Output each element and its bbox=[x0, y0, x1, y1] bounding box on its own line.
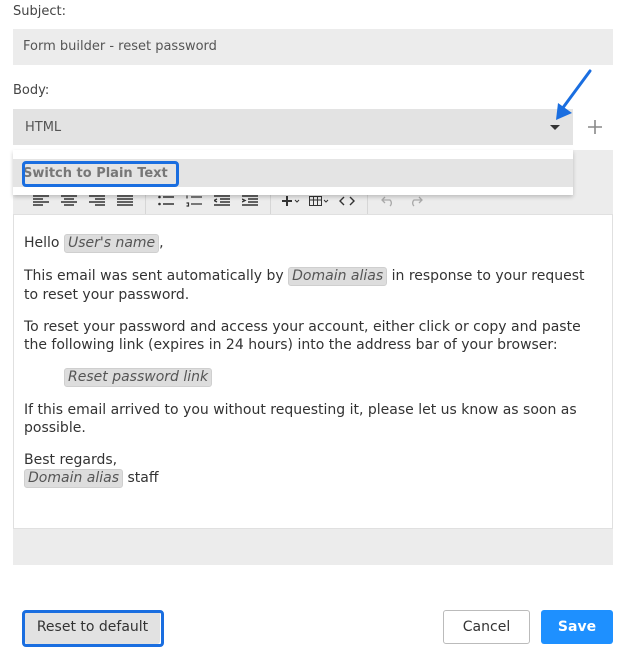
switch-to-plain-text-option[interactable]: Switch to Plain Text bbox=[13, 159, 573, 187]
closing-text: Best regards, bbox=[24, 452, 118, 468]
reset-to-default-button[interactable]: Reset to default bbox=[25, 610, 160, 644]
warning-paragraph: If this email arrived to you without req… bbox=[24, 402, 577, 436]
dropdown-option-label: Switch to Plain Text bbox=[23, 165, 168, 181]
body-label: Body: bbox=[13, 83, 50, 98]
intro-text-pre: This email was sent automatically by bbox=[24, 268, 284, 284]
body-format-value: HTML bbox=[25, 119, 62, 135]
subject-input[interactable]: Form builder - reset password bbox=[13, 29, 613, 65]
instructions-paragraph: To reset your password and access your a… bbox=[24, 319, 581, 353]
pointer-arrow-icon bbox=[556, 69, 592, 120]
email-body-editor[interactable]: Hello User's name, This email was sent a… bbox=[13, 214, 613, 529]
greeting-line: Hello User's name, bbox=[24, 234, 602, 253]
intro-paragraph: This email was sent automatically by Dom… bbox=[24, 267, 602, 304]
body-format-select[interactable]: HTML bbox=[13, 109, 573, 145]
domain-alias-tag[interactable]: Domain alias bbox=[288, 267, 388, 286]
save-button[interactable]: Save bbox=[541, 610, 613, 644]
signature-paragraph: Best regards, Domain alias staff bbox=[24, 451, 602, 488]
caret-down-icon[interactable] bbox=[550, 125, 560, 130]
reset-link-tag[interactable]: Reset password link bbox=[64, 368, 213, 387]
greeting-text: Hello bbox=[24, 235, 60, 251]
subject-label: Subject: bbox=[13, 4, 66, 19]
format-dropdown-menu: Switch to Plain Text bbox=[13, 150, 573, 195]
user-name-tag[interactable]: User's name bbox=[63, 234, 160, 253]
editor-container: Hello User's name, This email was sent a… bbox=[13, 150, 613, 565]
cancel-button[interactable]: Cancel bbox=[443, 610, 530, 644]
reset-link-paragraph: Reset password link bbox=[24, 368, 602, 387]
signature-domain-alias-tag[interactable]: Domain alias bbox=[24, 469, 124, 488]
greeting-comma: , bbox=[159, 235, 164, 251]
signature-text: staff bbox=[127, 470, 159, 486]
